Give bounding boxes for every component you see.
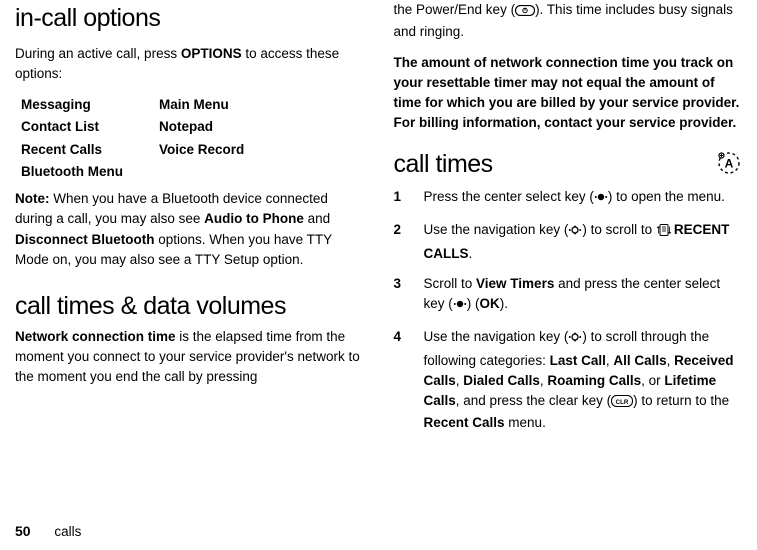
opt-recent-calls: Recent Calls xyxy=(15,139,153,161)
s3a: Scroll to xyxy=(424,276,477,291)
note-label: Note: xyxy=(15,191,50,206)
footer-section-label: calls xyxy=(54,524,81,539)
s1b: ) to open the menu. xyxy=(608,189,725,204)
opt-bluetooth-menu: Bluetooth Menu xyxy=(15,161,153,183)
steps-list: 1 Press the center select key ( ) to ope… xyxy=(394,187,743,434)
power-end-key-icon xyxy=(515,2,535,22)
navigation-key-icon xyxy=(568,223,582,243)
note-paragraph: Note: When you have a Bluetooth device c… xyxy=(15,189,364,270)
opt-main-menu: Main Menu xyxy=(153,94,274,116)
dialed-calls-label: Dialed Calls xyxy=(463,373,540,388)
page-body: in-call options During an active call, p… xyxy=(0,0,757,510)
last-call-label: Last Call xyxy=(550,353,606,368)
s1a: Press the center select key ( xyxy=(424,189,594,204)
step-number: 4 xyxy=(394,327,402,347)
table-row: Bluetooth Menu xyxy=(15,161,274,183)
in-call-options-heading: in-call options xyxy=(15,0,364,38)
step-number: 1 xyxy=(394,187,402,207)
roaming-calls-label: Roaming Calls xyxy=(547,373,641,388)
recent-calls-menu-label: Recent Calls xyxy=(424,415,505,430)
s3f: ). xyxy=(500,296,508,311)
network-connection-paragraph: Network connection time is the elapsed t… xyxy=(15,327,364,388)
in-call-intro: During an active call, press OPTIONS to … xyxy=(15,44,364,85)
right-column: the Power/End key ( ). This time include… xyxy=(394,0,743,510)
step-1: 1 Press the center select key ( ) to ope… xyxy=(394,187,743,210)
network-connection-term: Network connection time xyxy=(15,329,176,344)
clear-key-icon: CLR xyxy=(611,393,633,413)
center-select-key-icon xyxy=(453,297,467,317)
recent-calls-menu-icon xyxy=(656,223,672,243)
s2b: ) to scroll to xyxy=(582,222,656,237)
call-times-data-volumes-heading: call times & data volumes xyxy=(15,292,364,321)
svg-text:CLR: CLR xyxy=(616,399,629,406)
step-2: 2 Use the navigation key ( ) to scroll t… xyxy=(394,220,743,264)
s4e: ) to return to the xyxy=(633,393,729,408)
s4a: Use the navigation key ( xyxy=(424,329,569,344)
ok-label: OK xyxy=(480,296,500,311)
page-number: 50 xyxy=(15,523,31,539)
s3d: ) ( xyxy=(467,296,480,311)
audio-to-phone-label: Audio to Phone xyxy=(204,211,304,226)
table-row: Recent Calls Voice Record xyxy=(15,139,274,161)
power-end-paragraph: the Power/End key ( ). This time include… xyxy=(394,0,743,43)
intro-text-pre: During an active call, press xyxy=(15,46,181,61)
left-column: in-call options During an active call, p… xyxy=(15,0,364,510)
table-row: Contact List Notepad xyxy=(15,116,274,138)
svg-text:A: A xyxy=(725,156,734,170)
opt-messaging: Messaging xyxy=(15,94,153,116)
options-table: Messaging Main Menu Contact List Notepad… xyxy=(15,94,274,183)
center-select-key-icon xyxy=(594,190,608,210)
advanced-feature-icon: A xyxy=(716,150,742,176)
all-calls-label: All Calls xyxy=(613,353,666,368)
s2a: Use the navigation key ( xyxy=(424,222,569,237)
s4d: , and press the clear key ( xyxy=(456,393,611,408)
view-timers-label: View Timers xyxy=(476,276,554,291)
disconnect-bluetooth-label: Disconnect Bluetooth xyxy=(15,232,155,247)
options-key-label: OPTIONS xyxy=(181,46,242,61)
note-and: and xyxy=(304,211,330,226)
navigation-key-icon xyxy=(568,330,582,350)
billing-warning: The amount of network connection time yo… xyxy=(394,53,743,134)
table-row: Messaging Main Menu xyxy=(15,94,274,116)
opt-notepad: Notepad xyxy=(153,116,274,138)
p1a: the Power/End key ( xyxy=(394,2,516,17)
opt-voice-record: Voice Record xyxy=(153,139,274,161)
step-3: 3 Scroll to View Timers and press the ce… xyxy=(394,274,743,318)
s2d: . xyxy=(469,246,473,261)
call-times-heading: call times xyxy=(394,146,743,184)
page-footer: 50 calls xyxy=(15,521,81,542)
step-number: 2 xyxy=(394,220,402,240)
s4g: menu. xyxy=(505,415,546,430)
step-number: 3 xyxy=(394,274,402,294)
opt-contact-list: Contact List xyxy=(15,116,153,138)
empty-cell xyxy=(153,161,274,183)
step-4: 4 Use the navigation key ( ) to scroll t… xyxy=(394,327,743,433)
